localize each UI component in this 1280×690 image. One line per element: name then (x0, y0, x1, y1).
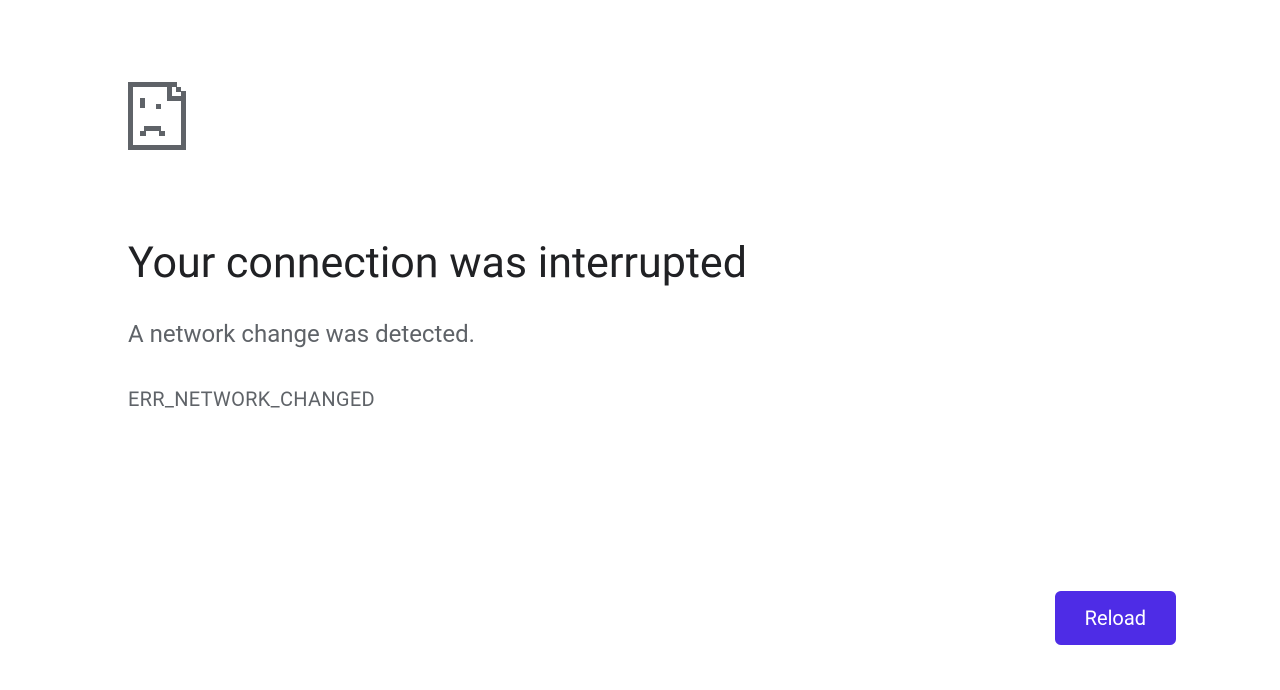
error-subtext: A network change was detected. (128, 318, 1028, 352)
reload-button[interactable]: Reload (1055, 591, 1176, 645)
sad-document-icon (128, 82, 1028, 150)
error-heading: Your connection was interrupted (128, 238, 1028, 290)
error-code: ERR_NETWORK_CHANGED (128, 387, 1028, 411)
error-page-content: Your connection was interrupted A networ… (128, 82, 1028, 411)
